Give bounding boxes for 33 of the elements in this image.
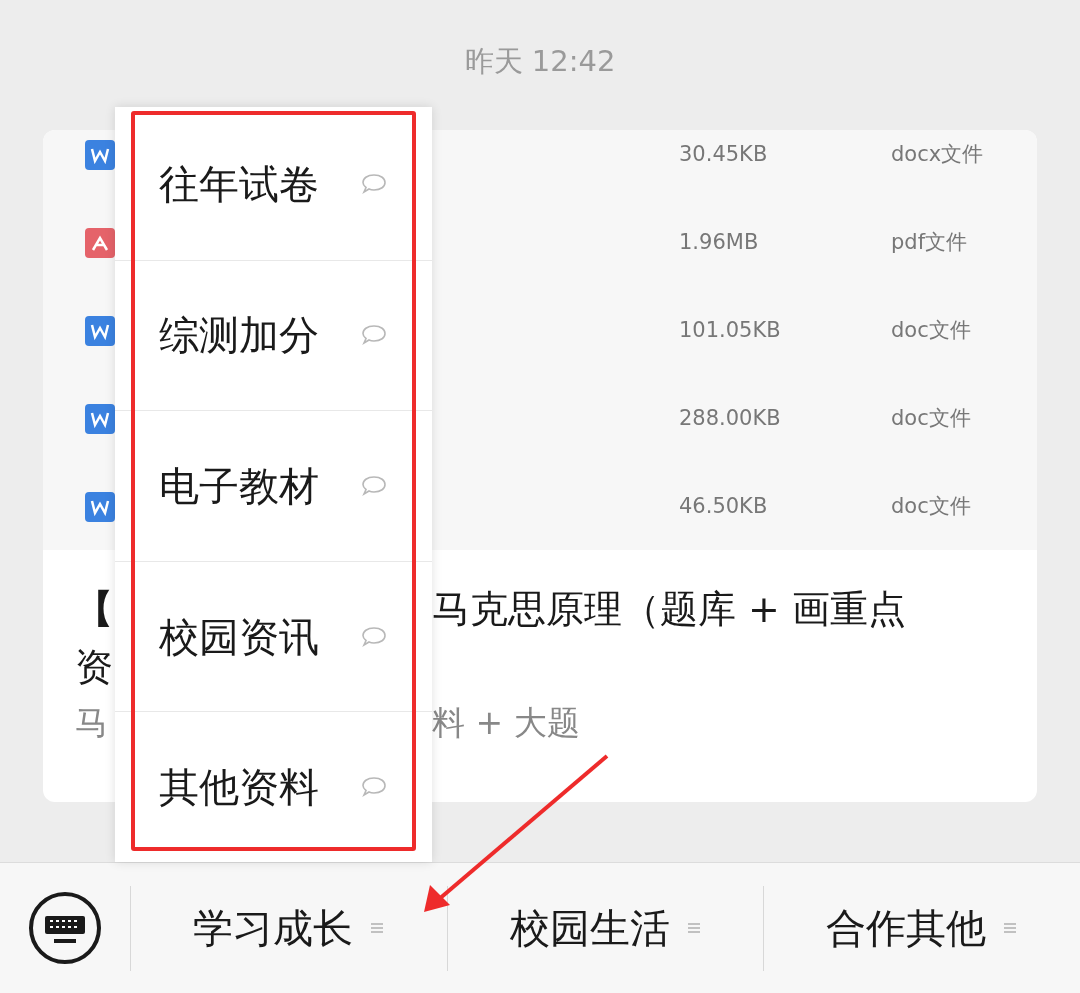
file-size: 46.50KB bbox=[679, 493, 769, 521]
file-type: doc文件 bbox=[891, 317, 971, 345]
menu-tab[interactable]: 学习成长 bbox=[131, 863, 447, 993]
keyboard-icon bbox=[28, 891, 102, 965]
popup-menu-item[interactable]: 综测加分 bbox=[115, 259, 432, 411]
file-size: 30.45KB bbox=[679, 141, 769, 169]
article-title: 【 bbox=[75, 586, 113, 633]
comment-icon bbox=[360, 172, 388, 197]
comment-icon bbox=[360, 775, 388, 800]
comment-icon bbox=[360, 323, 388, 348]
menu-lines-icon bbox=[1002, 920, 1019, 936]
file-type: doc文件 bbox=[891, 493, 971, 521]
comment-icon bbox=[360, 474, 388, 498]
file-type: docx文件 bbox=[891, 141, 984, 169]
file-size: 1.96MB bbox=[679, 229, 760, 257]
article-title: 马克思原理（题库 + 画重点 bbox=[432, 586, 906, 633]
menu-tab[interactable]: 合作其他 bbox=[764, 863, 1080, 993]
article-subtitle: 马 bbox=[75, 702, 108, 744]
popup-menu-item[interactable]: 电子教材 bbox=[115, 410, 432, 561]
article-title: 资 bbox=[75, 644, 113, 691]
popup-menu-item[interactable]: 往年试卷 bbox=[115, 109, 432, 260]
popup-menu-item[interactable]: 校园资讯 bbox=[115, 560, 432, 712]
timestamp: 昨天 12:42 bbox=[464, 43, 616, 80]
menu-lines-icon bbox=[685, 920, 702, 936]
file-type: pdf文件 bbox=[891, 229, 968, 257]
menu-tab[interactable]: 校园生活 bbox=[447, 863, 764, 993]
file-size: 288.00KB bbox=[679, 405, 782, 433]
file-size: 101.05KB bbox=[679, 317, 782, 345]
comment-icon bbox=[360, 624, 388, 649]
file-type: doc文件 bbox=[891, 405, 971, 433]
popup-menu-item[interactable]: 其他资料 bbox=[115, 711, 432, 863]
article-subtitle: 料 + 大题 bbox=[432, 702, 580, 744]
menu-lines-icon bbox=[368, 920, 385, 936]
